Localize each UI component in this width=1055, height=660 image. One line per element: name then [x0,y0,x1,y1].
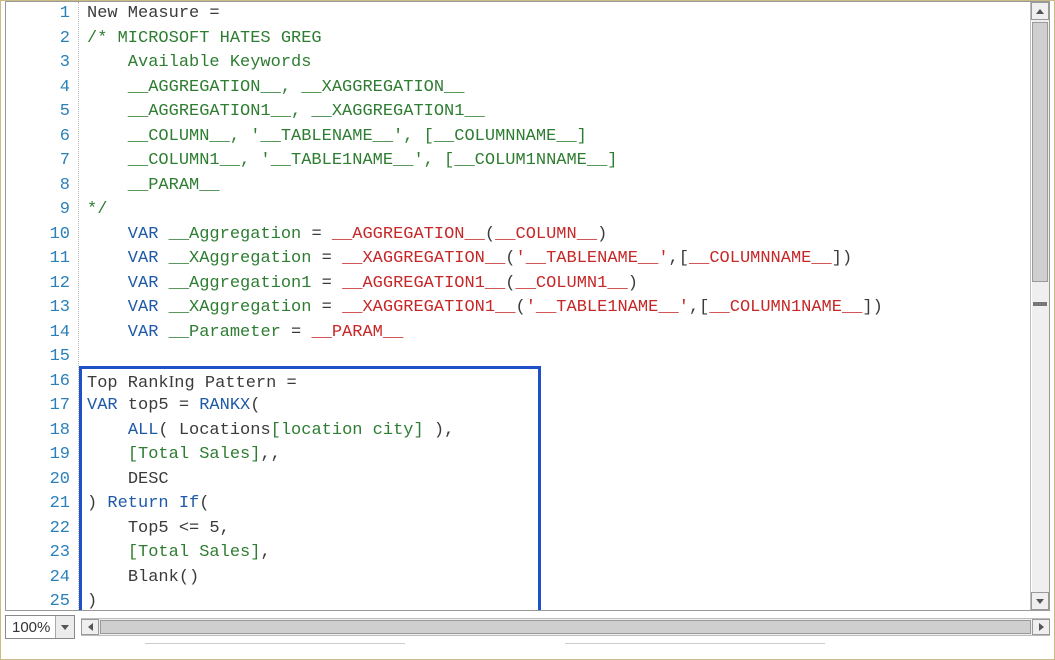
code-area[interactable]: New Measure = /* MICROSOFT HATES GREG Av… [79,2,1049,610]
line-number: 10 [6,223,78,248]
line-number: 5 [6,100,78,125]
line-number: 6 [6,125,78,150]
line-number: 17 [6,394,78,419]
code-line[interactable]: Available Keywords [79,51,1031,76]
line-number: 14 [6,321,78,346]
code-line[interactable] [79,345,1031,370]
code-line[interactable]: ALL( Locations[location city] ), [79,419,1031,444]
code-line[interactable]: ) [79,590,1031,610]
code-line[interactable]: Top RankIng Pattern = [79,370,1031,395]
code-line[interactable]: DESC [79,468,1031,493]
line-number: 22 [6,517,78,542]
vertical-scrollbar[interactable] [1030,2,1049,610]
zoom-value: 100% [6,619,55,636]
status-box [145,643,405,657]
line-number: 23 [6,541,78,566]
code-line[interactable]: VAR __XAggregation = __XAGGREGATION__('_… [79,247,1031,272]
line-number: 4 [6,76,78,101]
code-line[interactable]: Blank() [79,566,1031,591]
code-line[interactable]: VAR __Parameter = __PARAM__ [79,321,1031,346]
chevron-down-icon [1036,599,1044,604]
line-number: 1 [6,2,78,27]
line-number: 21 [6,492,78,517]
status-box [565,643,825,657]
scroll-left-button[interactable] [81,619,99,635]
code-line[interactable]: */ [79,198,1031,223]
code-line[interactable]: VAR __Aggregation1 = __AGGREGATION1__(__… [79,272,1031,297]
line-number: 18 [6,419,78,444]
chevron-down-icon [61,625,69,630]
code-line[interactable]: __AGGREGATION1__, __XAGGREGATION1__ [79,100,1031,125]
chevron-up-icon [1036,9,1044,14]
scroll-up-button[interactable] [1031,2,1049,20]
line-number: 2 [6,27,78,52]
line-number: 25 [6,590,78,615]
code-line[interactable]: /* MICROSOFT HATES GREG [79,27,1031,52]
code-line[interactable]: __PARAM__ [79,174,1031,199]
code-line[interactable]: New Measure = [79,2,1031,27]
code-line[interactable]: __COLUMN__, '__TABLENAME__', [__COLUMNNA… [79,125,1031,150]
line-number: 20 [6,468,78,493]
line-number: 8 [6,174,78,199]
line-number: 24 [6,566,78,591]
line-number: 16 [6,370,78,395]
line-number: 19 [6,443,78,468]
chevron-right-icon [1039,623,1044,631]
code-line[interactable]: Top5 <= 5, [79,517,1031,542]
code-line[interactable]: VAR __Aggregation = __AGGREGATION__(__CO… [79,223,1031,248]
code-line[interactable]: VAR top5 = RANKX( [79,394,1031,419]
line-number-gutter: 1 2 3 4 5 6 7 8 9 10 11 12 13 14 15 16 1… [6,2,79,610]
zoom-dropdown-button[interactable] [55,616,74,638]
code-editor[interactable]: 1 2 3 4 5 6 7 8 9 10 11 12 13 14 15 16 1… [5,1,1050,611]
scroll-marker [1033,302,1047,306]
code-line[interactable]: [Total Sales], [79,541,1031,566]
horizontal-scroll-thumb[interactable] [100,620,1031,634]
horizontal-scrollbar[interactable] [81,618,1050,636]
vertical-scroll-thumb[interactable] [1032,22,1048,282]
code-line[interactable]: __AGGREGATION__, __XAGGREGATION__ [79,76,1031,101]
code-line[interactable]: __COLUMN1__, '__TABLE1NAME__', [__COLUM1… [79,149,1031,174]
code-line[interactable]: [Total Sales],, [79,443,1031,468]
line-number: 11 [6,247,78,272]
line-number: 3 [6,51,78,76]
scroll-right-button[interactable] [1032,619,1050,635]
code-line[interactable]: ) Return If( [79,492,1031,517]
line-number: 9 [6,198,78,223]
zoom-selector[interactable]: 100% [5,615,75,639]
code-line[interactable]: VAR __XAggregation = __XAGGREGATION1__('… [79,296,1031,321]
line-number: 13 [6,296,78,321]
status-bar [5,643,1050,657]
scroll-down-button[interactable] [1031,592,1049,610]
line-number: 12 [6,272,78,297]
line-number: 15 [6,345,78,370]
line-number: 7 [6,149,78,174]
chevron-left-icon [88,623,93,631]
